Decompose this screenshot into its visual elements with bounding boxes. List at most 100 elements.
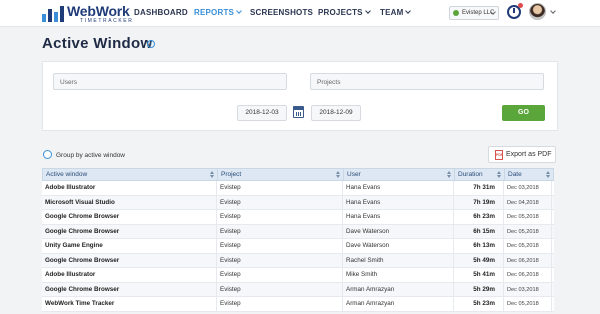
column-title: User	[347, 171, 361, 178]
table-row[interactable]: Google Chrome Browser Evistep Hana Evans 6h…	[42, 210, 554, 225]
chevron-down-icon[interactable]	[550, 8, 556, 14]
column-header-project[interactable]: Project	[218, 169, 344, 180]
cell-active-window: WebWork Time Tracker	[42, 297, 217, 311]
cell-duration: 6h 15m	[454, 224, 504, 239]
nav-dashboard[interactable]: DASHBOARD	[134, 8, 188, 17]
pdf-file-icon: PDF	[495, 150, 503, 160]
column-title: Active window	[46, 171, 88, 178]
nav-screenshots-label: SCREENSHOTS	[250, 8, 314, 17]
notification-badge-icon	[518, 3, 523, 8]
export-pdf-label: Export as PDF	[506, 151, 552, 158]
cell-active-window: Google Chrome Browser	[42, 210, 217, 224]
column-header-active-window[interactable]: Active window	[43, 169, 218, 180]
sort-icon	[336, 171, 341, 178]
table-row[interactable]: Microsoft Visual Studio Evistep Hana Evans…	[42, 195, 554, 210]
go-button[interactable]: GO	[502, 105, 545, 121]
cell-duration: 6h 13m	[454, 239, 504, 253]
sort-icon	[546, 171, 551, 178]
chevron-down-icon	[405, 8, 412, 14]
cell-project: Evistep	[217, 195, 343, 210]
column-title: Project	[221, 171, 242, 178]
cell-active-window: Unity Game Engine	[42, 239, 217, 253]
cell-duration: 5h 29m	[454, 282, 504, 297]
nav-team-label: TEAM	[380, 8, 404, 17]
users-placeholder: Users	[60, 79, 77, 86]
cell-active-window: Google Chrome Browser	[42, 253, 217, 268]
logo-subtitle: TIMETRACKER	[80, 18, 134, 24]
table-row[interactable]: Google Chrome Browser Evistep Arman Amrazy…	[42, 282, 554, 297]
cell-active-window: Adobe Illustrator	[42, 268, 217, 282]
cell-project: Evistep	[217, 181, 343, 195]
cell-active-window: Google Chrome Browser	[42, 282, 217, 297]
column-title: Duration	[458, 171, 483, 178]
date-from-input[interactable]: 2018-12-03	[237, 105, 287, 121]
nav-screenshots[interactable]: SCREENSHOTS	[250, 8, 313, 17]
cell-user: Dave Waterson	[343, 239, 454, 253]
cell-duration: 6h 23m	[454, 210, 504, 224]
cell-project: Evistep	[217, 268, 343, 282]
logo-wordmark: WebWork	[67, 3, 130, 19]
export-pdf-button[interactable]: PDF Export as PDF	[488, 146, 556, 163]
cell-active-window: Microsoft Visual Studio	[42, 195, 217, 210]
date-to-input[interactable]: 2018-12-09	[311, 105, 361, 121]
logo-bars-icon	[42, 6, 64, 22]
table-row[interactable]: WebWork Time Tracker Evistep Arman Amrazya…	[42, 297, 554, 312]
column-header-user[interactable]: User	[344, 169, 455, 180]
webwork-logo[interactable]: WebWork TIMETRACKER	[42, 3, 137, 24]
sort-icon	[497, 171, 502, 178]
nav-reports[interactable]: REPORTS	[194, 8, 242, 17]
sort-icon	[447, 171, 452, 178]
cell-project: Evistep	[217, 253, 343, 268]
column-header-duration[interactable]: Duration	[455, 169, 505, 180]
group-by-label: Group by active window	[56, 152, 126, 159]
cell-user: Rachel Smith	[343, 253, 454, 268]
users-select[interactable]: Users	[53, 73, 287, 90]
cell-project: Evistep	[217, 239, 343, 253]
cell-project: Evistep	[217, 282, 343, 297]
top-navigation-bar: WebWork TIMETRACKER DASHBOARD REPORTS SC…	[0, 0, 600, 27]
page-title: Active Window	[42, 35, 153, 52]
cell-date: Dec 03,2018	[504, 282, 552, 297]
cell-project: Evistep	[217, 297, 343, 311]
cell-user: Hana Evans	[343, 195, 454, 210]
info-icon[interactable]: i	[147, 40, 155, 48]
sort-icon	[210, 171, 215, 178]
company-selector[interactable]: Evistep LLC	[449, 6, 499, 20]
calendar-icon[interactable]	[293, 106, 304, 118]
cell-date: Dec 05,2018	[504, 239, 552, 253]
cell-duration: 7h 31m	[454, 181, 504, 195]
table-header: Active window Project User Duration Date	[42, 168, 554, 181]
cell-date: Dec 06,2018	[504, 268, 552, 282]
cell-date: Dec 05,2018	[504, 297, 552, 311]
table-row[interactable]: Adobe Illustrator Evistep Mike Smith 5h 41m…	[42, 268, 554, 283]
group-by-radio[interactable]	[43, 150, 52, 159]
cell-active-window: Google Chrome Browser	[42, 224, 217, 239]
nav-projects-label: PROJECTS	[318, 8, 363, 17]
cell-project: Evistep	[217, 224, 343, 239]
nav-team[interactable]: TEAM	[380, 8, 412, 17]
projects-select[interactable]: Projects	[310, 73, 544, 90]
cell-user: Mike Smith	[343, 268, 454, 282]
cell-date: Dec 06,2018	[504, 253, 552, 268]
nav-projects[interactable]: PROJECTS	[318, 8, 371, 17]
cell-date: Dec 03,2018	[504, 181, 552, 195]
column-header-date[interactable]: Date	[505, 169, 553, 180]
cell-user: Dave Waterson	[343, 224, 454, 239]
cell-active-window: Adobe Illustrator	[42, 181, 217, 195]
cell-duration: 5h 49m	[454, 253, 504, 268]
user-avatar[interactable]	[529, 3, 546, 20]
cell-duration: 7h 19m	[454, 195, 504, 210]
cell-project: Evistep	[217, 210, 343, 224]
cell-date: Dec 05,2018	[504, 224, 552, 239]
cell-user: Arman Amrazyan	[343, 297, 454, 311]
cell-user: Hana Evans	[343, 181, 454, 195]
table-row[interactable]: Google Chrome Browser Evistep Dave Waterso…	[42, 224, 554, 239]
table-row[interactable]: Adobe Illustrator Evistep Hana Evans 7h 31m…	[42, 181, 554, 196]
table-row[interactable]: Google Chrome Browser Evistep Rachel Smith…	[42, 253, 554, 268]
table-row[interactable]: Unity Game Engine Evistep Dave Waterson 6h …	[42, 239, 554, 254]
chevron-down-icon	[364, 8, 371, 14]
nav-reports-label: REPORTS	[194, 8, 235, 17]
cell-date: Dec 04,2018	[504, 195, 552, 210]
filter-panel: Users Projects 2018-12-03 2018-12-09 GO	[42, 61, 558, 131]
chevron-down-icon	[236, 8, 242, 14]
